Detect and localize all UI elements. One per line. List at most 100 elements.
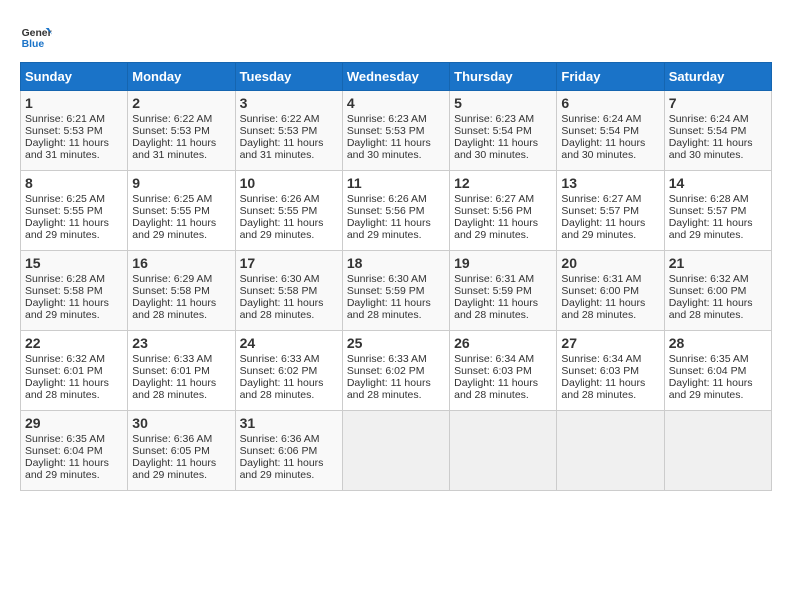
day-info: and 31 minutes. <box>25 149 123 161</box>
day-info: Daylight: 11 hours <box>561 297 659 309</box>
day-info: Sunrise: 6:35 AM <box>25 433 123 445</box>
day-info: Daylight: 11 hours <box>132 137 230 149</box>
day-info: Sunrise: 6:35 AM <box>669 353 767 365</box>
day-info: Sunset: 5:54 PM <box>561 125 659 137</box>
day-info: Sunset: 5:58 PM <box>25 285 123 297</box>
day-info: Sunset: 6:02 PM <box>347 365 445 377</box>
day-number: 21 <box>669 255 767 271</box>
day-info: Daylight: 11 hours <box>347 137 445 149</box>
day-number: 10 <box>240 175 338 191</box>
day-number: 27 <box>561 335 659 351</box>
calendar-cell: 5Sunrise: 6:23 AMSunset: 5:54 PMDaylight… <box>450 91 557 171</box>
day-info: and 30 minutes. <box>347 149 445 161</box>
day-info: Sunset: 5:54 PM <box>454 125 552 137</box>
day-number: 15 <box>25 255 123 271</box>
day-info: Sunset: 6:06 PM <box>240 445 338 457</box>
day-info: Sunset: 5:53 PM <box>132 125 230 137</box>
day-info: Sunset: 5:55 PM <box>132 205 230 217</box>
week-row-5: 29Sunrise: 6:35 AMSunset: 6:04 PMDayligh… <box>21 411 772 491</box>
day-info: Daylight: 11 hours <box>240 217 338 229</box>
day-info: Daylight: 11 hours <box>132 377 230 389</box>
day-info: and 29 minutes. <box>132 229 230 241</box>
day-info: Sunrise: 6:24 AM <box>669 113 767 125</box>
weekday-wednesday: Wednesday <box>342 63 449 91</box>
day-info: Sunrise: 6:33 AM <box>240 353 338 365</box>
day-info: and 28 minutes. <box>347 309 445 321</box>
day-info: Sunrise: 6:28 AM <box>669 193 767 205</box>
day-info: Sunrise: 6:25 AM <box>25 193 123 205</box>
day-info: Daylight: 11 hours <box>347 377 445 389</box>
day-info: and 29 minutes. <box>669 389 767 401</box>
day-number: 7 <box>669 95 767 111</box>
day-number: 8 <box>25 175 123 191</box>
day-info: Sunset: 5:59 PM <box>347 285 445 297</box>
day-info: and 28 minutes. <box>240 309 338 321</box>
day-number: 22 <box>25 335 123 351</box>
day-number: 28 <box>669 335 767 351</box>
calendar-cell: 29Sunrise: 6:35 AMSunset: 6:04 PMDayligh… <box>21 411 128 491</box>
weekday-row: SundayMondayTuesdayWednesdayThursdayFrid… <box>21 63 772 91</box>
day-number: 3 <box>240 95 338 111</box>
day-info: and 30 minutes. <box>669 149 767 161</box>
day-number: 14 <box>669 175 767 191</box>
day-info: Daylight: 11 hours <box>669 137 767 149</box>
week-row-3: 15 Sunrise: 6:28 AMSunset: 5:58 PM Dayligh… <box>21 251 772 331</box>
logo-icon: General Blue <box>20 20 52 52</box>
day-info: Sunset: 5:56 PM <box>454 205 552 217</box>
weekday-saturday: Saturday <box>664 63 771 91</box>
day-info: and 28 minutes. <box>132 389 230 401</box>
day-info: Sunrise: 6:34 AM <box>561 353 659 365</box>
day-number: 23 <box>132 335 230 351</box>
day-info: Daylight: 11 hours <box>25 377 123 389</box>
day-info: Sunset: 6:03 PM <box>454 365 552 377</box>
calendar-cell: 3Sunrise: 6:22 AMSunset: 5:53 PMDaylight… <box>235 91 342 171</box>
day-info: and 29 minutes. <box>25 469 123 481</box>
day-info: Daylight: 11 hours <box>132 297 230 309</box>
calendar-cell <box>450 411 557 491</box>
day-info: Sunrise: 6:22 AM <box>240 113 338 125</box>
day-number: 24 <box>240 335 338 351</box>
day-info: Sunset: 5:59 PM <box>454 285 552 297</box>
calendar-cell: 6Sunrise: 6:24 AMSunset: 5:54 PMDaylight… <box>557 91 664 171</box>
calendar-cell: 18Sunrise: 6:30 AMSunset: 5:59 PMDayligh… <box>342 251 449 331</box>
day-info: Sunrise: 6:36 AM <box>240 433 338 445</box>
day-info: and 31 minutes. <box>132 149 230 161</box>
day-number: 13 <box>561 175 659 191</box>
day-info: Sunrise: 6:25 AM <box>132 193 230 205</box>
day-number: 26 <box>454 335 552 351</box>
calendar-cell: 27Sunrise: 6:34 AMSunset: 6:03 PMDayligh… <box>557 331 664 411</box>
day-info: Daylight: 11 hours <box>25 137 123 149</box>
day-info: and 28 minutes. <box>561 309 659 321</box>
day-info: and 29 minutes. <box>669 229 767 241</box>
day-number: 5 <box>454 95 552 111</box>
day-info: Sunrise: 6:26 AM <box>240 193 338 205</box>
calendar-cell: 7Sunrise: 6:24 AMSunset: 5:54 PMDaylight… <box>664 91 771 171</box>
day-info: Daylight: 11 hours <box>669 217 767 229</box>
calendar-cell: 13Sunrise: 6:27 AMSunset: 5:57 PMDayligh… <box>557 171 664 251</box>
day-info: Sunrise: 6:28 AM <box>25 273 123 285</box>
day-info: Sunset: 6:01 PM <box>132 365 230 377</box>
day-info: Sunset: 5:56 PM <box>347 205 445 217</box>
calendar-cell: 17Sunrise: 6:30 AMSunset: 5:58 PMDayligh… <box>235 251 342 331</box>
day-number: 18 <box>347 255 445 271</box>
calendar-cell <box>342 411 449 491</box>
day-number: 6 <box>561 95 659 111</box>
calendar-cell: 12Sunrise: 6:27 AMSunset: 5:56 PMDayligh… <box>450 171 557 251</box>
logo: General Blue <box>20 20 56 52</box>
day-info: Daylight: 11 hours <box>454 377 552 389</box>
day-info: and 28 minutes. <box>25 389 123 401</box>
day-info: Sunrise: 6:36 AM <box>132 433 230 445</box>
calendar-cell: 2Sunrise: 6:22 AMSunset: 5:53 PMDaylight… <box>128 91 235 171</box>
day-info: Sunrise: 6:26 AM <box>347 193 445 205</box>
calendar-cell: 8Sunrise: 6:25 AMSunset: 5:55 PMDaylight… <box>21 171 128 251</box>
week-row-2: 8Sunrise: 6:25 AMSunset: 5:55 PMDaylight… <box>21 171 772 251</box>
day-info: and 30 minutes. <box>561 149 659 161</box>
day-info: Daylight: 11 hours <box>454 137 552 149</box>
calendar-cell: 24Sunrise: 6:33 AMSunset: 6:02 PMDayligh… <box>235 331 342 411</box>
day-info: Sunrise: 6:32 AM <box>25 353 123 365</box>
day-info: and 29 minutes. <box>25 229 123 241</box>
weekday-sunday: Sunday <box>21 63 128 91</box>
day-info: and 30 minutes. <box>454 149 552 161</box>
day-number: 25 <box>347 335 445 351</box>
day-info: Sunrise: 6:32 AM <box>669 273 767 285</box>
